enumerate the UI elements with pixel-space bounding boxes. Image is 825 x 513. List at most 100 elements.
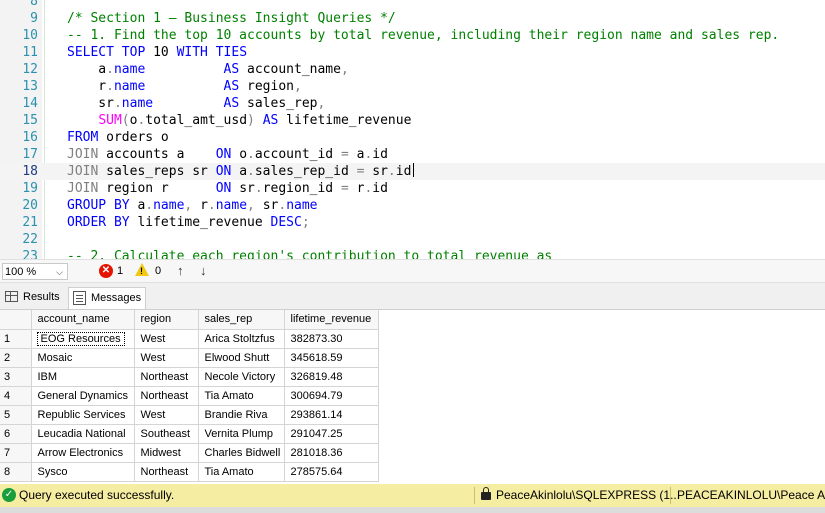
grid-cell[interactable]: Arica Stoltzfus — [198, 329, 285, 349]
warning-icon[interactable]: ! — [135, 263, 149, 276]
column-header[interactable]: account_name — [31, 310, 135, 330]
status-separator — [670, 487, 671, 504]
row-number[interactable]: 8 — [0, 462, 32, 482]
table-row[interactable]: 1 EOG Resources West Arica Stoltzfus 382873.… — [0, 329, 379, 349]
code-line[interactable]: 8 — [0, 0, 825, 10]
code-line[interactable]: 16 FROM orders o — [0, 129, 825, 146]
grid-cell[interactable]: IBM — [31, 367, 135, 387]
code-line[interactable]: 12 a.name AS account_name, — [0, 61, 825, 78]
code-token: region r — [106, 181, 216, 196]
code-token: AS — [223, 62, 248, 77]
code-text: -- 2. Calculate each region's contributi… — [67, 248, 552, 259]
grid-cell[interactable]: Midwest — [134, 443, 199, 463]
code-token: ( — [121, 113, 130, 128]
line-number: 22 — [22, 232, 38, 247]
code-text: JOIN sales_reps sr ON a.sales_rep_id = s… — [67, 163, 415, 180]
results-tabbar: Results Messages — [0, 283, 825, 310]
grid-cell[interactable]: 345618.59 — [284, 348, 379, 368]
tab-messages[interactable]: Messages — [68, 287, 146, 309]
table-row[interactable]: 2 Mosaic West Elwood Shutt 345618.59 — [0, 348, 379, 368]
grid-cell[interactable]: Northeast — [134, 386, 199, 406]
row-header-corner[interactable] — [0, 310, 32, 330]
grid-cell[interactable]: EOG Resources — [31, 329, 135, 349]
code-line[interactable]: 9 /* Section 1 – Business Insight Queries… — [0, 10, 825, 27]
row-number[interactable]: 4 — [0, 386, 32, 406]
grid-cell[interactable]: General Dynamics — [31, 386, 135, 406]
grid-cell[interactable]: West — [134, 348, 199, 368]
error-count[interactable]: 1 — [117, 265, 123, 277]
grid-cell[interactable]: Tia Amato — [198, 386, 285, 406]
grid-cell[interactable]: Charles Bidwell — [198, 443, 285, 463]
grid-cell[interactable]: Tia Amato — [198, 462, 285, 482]
grid-cell[interactable]: 382873.30 — [284, 329, 379, 349]
zoom-select[interactable]: 100 % ⌵ — [2, 263, 68, 280]
row-number[interactable]: 1 — [0, 329, 32, 349]
grid-cell[interactable]: 291047.25 — [284, 424, 379, 444]
code-line[interactable]: 17 JOIN accounts a ON o.account_id = a.id — [0, 146, 825, 163]
code-line[interactable]: 15 SUM(o.total_amt_usd) AS lifetime_reve… — [0, 112, 825, 129]
row-number[interactable]: 5 — [0, 405, 32, 425]
grid-cell[interactable]: Arrow Electronics — [31, 443, 135, 463]
grid-cell[interactable]: Necole Victory — [198, 367, 285, 387]
grid-cell[interactable]: Northeast — [134, 462, 199, 482]
error-icon[interactable]: ✕ — [99, 264, 113, 278]
code-line[interactable]: 19 JOIN region r ON sr.region_id = r.id — [0, 180, 825, 197]
code-line[interactable]: 20 GROUP BY a.name, r.name, sr.name — [0, 197, 825, 214]
grid-cell[interactable]: 293861.14 — [284, 405, 379, 425]
code-line[interactable]: 21 ORDER BY lifetime_revenue DESC; — [0, 214, 825, 231]
tab-results[interactable]: Results — [1, 287, 65, 309]
lock-icon — [481, 487, 491, 500]
code-token: r — [67, 79, 107, 94]
grid-cell[interactable]: Leucadia National — [31, 424, 135, 444]
code-line[interactable]: 18 JOIN sales_reps sr ON a.sales_rep_id =… — [0, 163, 825, 180]
code-token: sr — [372, 164, 388, 179]
code-line[interactable]: 10 -- 1. Find the top 10 accounts by tota… — [0, 27, 825, 44]
grid-cell[interactable]: West — [134, 329, 199, 349]
grid-cell[interactable]: Vernita Plump — [198, 424, 285, 444]
query-editor[interactable]: 8 9 /* Section 1 – Business Insight Querie… — [0, 0, 825, 259]
code-token: a — [67, 62, 107, 77]
row-number[interactable]: 2 — [0, 348, 32, 368]
tab-results-label: Results — [23, 291, 60, 303]
code-token: AS — [223, 96, 248, 111]
row-number[interactable]: 3 — [0, 367, 32, 387]
previous-issue-arrow-up-icon[interactable]: ↑ — [177, 263, 184, 278]
grid-cell[interactable]: 300694.79 — [284, 386, 379, 406]
grid-cell[interactable]: Mosaic — [31, 348, 135, 368]
table-row[interactable]: 6 Leucadia National Southeast Vernita Plump… — [0, 424, 379, 444]
table-row[interactable]: 3 IBM Northeast Necole Victory 326819.48 — [0, 367, 379, 387]
table-row[interactable]: 7 Arrow Electronics Midwest Charles Bidwell… — [0, 443, 379, 463]
column-header[interactable]: lifetime_revenue — [284, 310, 379, 330]
grid-cell[interactable]: Republic Services — [31, 405, 135, 425]
next-issue-arrow-down-icon[interactable]: ↓ — [200, 263, 207, 278]
code-line[interactable]: 13 r.name AS region, — [0, 78, 825, 95]
grid-cell[interactable]: 326819.48 — [284, 367, 379, 387]
grid-cell[interactable]: West — [134, 405, 199, 425]
grid-cell[interactable]: Brandie Riva — [198, 405, 285, 425]
status-message: Query executed successfully. — [19, 488, 175, 502]
warning-count[interactable]: 0 — [155, 265, 161, 277]
table-row[interactable]: 8 Sysco Northeast Tia Amato 278575.64 — [0, 462, 379, 482]
grid-cell[interactable]: 278575.64 — [284, 462, 379, 482]
code-line[interactable]: 23 -- 2. Calculate each region's contribu… — [0, 248, 825, 259]
code-line[interactable]: 11 SELECT TOP 10 WITH TIES — [0, 44, 825, 61]
code-token: name — [121, 96, 224, 111]
column-header[interactable]: sales_rep — [198, 310, 285, 330]
table-row[interactable]: 4 General Dynamics Northeast Tia Amato 30069… — [0, 386, 379, 406]
code-text: JOIN region r ON sr.region_id = r.id — [67, 180, 388, 197]
code-token: a — [239, 164, 248, 179]
results-grid[interactable]: account_name region sales_rep lifetime_r… — [0, 310, 825, 482]
grid-cell[interactable]: 281018.36 — [284, 443, 379, 463]
code-token: -- 1. Find the top 10 accounts by total … — [67, 28, 780, 43]
code-token: name — [153, 198, 185, 213]
grid-cell[interactable]: Northeast — [134, 367, 199, 387]
grid-cell[interactable]: Southeast — [134, 424, 199, 444]
row-number[interactable]: 7 — [0, 443, 32, 463]
grid-cell[interactable]: Elwood Shutt — [198, 348, 285, 368]
code-line[interactable]: 22 — [0, 231, 825, 248]
code-line[interactable]: 14 sr.name AS sales_rep, — [0, 95, 825, 112]
grid-cell[interactable]: Sysco — [31, 462, 135, 482]
row-number[interactable]: 6 — [0, 424, 32, 444]
table-row[interactable]: 5 Republic Services West Brandie Riva 293861… — [0, 405, 379, 425]
column-header[interactable]: region — [134, 310, 199, 330]
